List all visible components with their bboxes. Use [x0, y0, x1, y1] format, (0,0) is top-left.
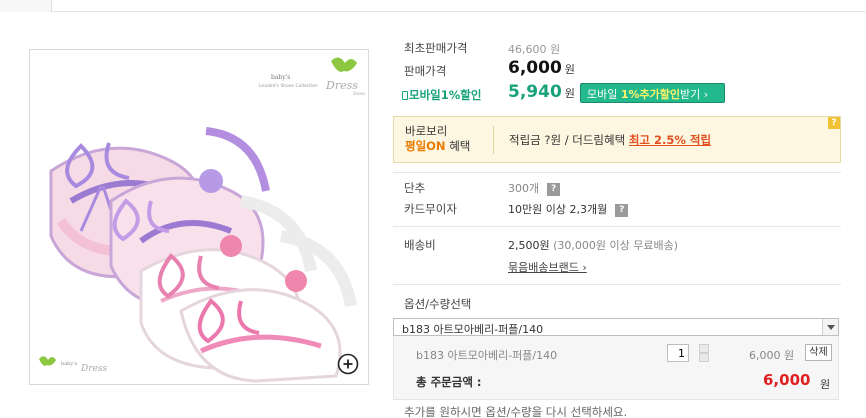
shipping-label: 배송비 [404, 238, 436, 252]
benefit-help-icon[interactable]: ? [828, 117, 840, 129]
sale-price-label: 판매가격 [404, 64, 447, 78]
first-price-label: 최초판매가격 [404, 41, 468, 55]
shipping-fee: 2,500원 (30,000원 이상 무료배송) [508, 239, 679, 252]
installment-row: 10만원 이상 2,3개월? [508, 201, 629, 217]
sale-price: 6,000 원 [508, 58, 575, 78]
selected-option-name: b183 아트모아베리-퍼플/140 [416, 349, 558, 362]
quantity-down-icon[interactable] [699, 353, 709, 362]
quantity-stepper[interactable] [699, 344, 709, 362]
installment-label: 카드무이자 [404, 202, 457, 216]
bundle-shipping-brand-link[interactable]: 묶음배송브랜드 › [508, 259, 587, 275]
divider [393, 172, 841, 173]
benefit-divider [493, 126, 494, 154]
mobile-extra-discount-button[interactable]: 모바일 1%추가할인받기 › [580, 83, 725, 103]
svg-text:Leaded's Shoes Collection: Leaded's Shoes Collection [259, 83, 318, 89]
mobile-phone-icon [402, 91, 408, 100]
options-label: 옵션/수량선택 [404, 297, 472, 311]
delete-option-button[interactable]: 삭제 [805, 344, 832, 361]
installment-help-icon[interactable]: ? [615, 203, 629, 217]
mobile-discount-label: 모바일1%할인 [402, 87, 481, 103]
benefit-text: 적립금 ?원 / 더드림혜택 최고 2.5% 적립 [509, 133, 712, 147]
first-price-value: 46,600 원 [508, 43, 561, 56]
product-image-frame: baby's Leaded's Shoes Collection Dress S… [29, 49, 369, 385]
chevron-down-icon[interactable] [822, 319, 838, 335]
quantity-up-icon[interactable] [699, 344, 709, 353]
stock-row: 300개? [508, 180, 561, 196]
quantity-input[interactable] [667, 344, 689, 362]
mobile-price-unit: 원 [564, 87, 575, 100]
top-tab[interactable] [0, 0, 52, 12]
divider [393, 226, 841, 227]
total-value: 6,000 [763, 371, 811, 389]
total-unit: 원 [820, 378, 831, 391]
stock-help-icon[interactable]: ? [547, 182, 561, 196]
max-reward-link[interactable]: 최고 2.5% 적립 [629, 133, 711, 147]
option-price: 6,000 원 [749, 349, 795, 362]
zoom-icon[interactable] [336, 352, 360, 376]
svg-text:Shoes: Shoes [353, 91, 365, 96]
benefit-badge: 바로보리 평일ON 혜택 [405, 124, 471, 153]
selected-option-box: b183 아트모아베리-퍼플/140 6,000 원 삭제 총 주문금액 : 6… [393, 336, 839, 400]
option-select[interactable]: b183 아트모아베리-퍼플/140 [393, 318, 839, 336]
svg-text:Dress: Dress [80, 364, 107, 374]
svg-text:baby's: baby's [61, 361, 78, 367]
svg-text:baby's: baby's [271, 74, 290, 81]
product-photo: baby's Leaded's Shoes Collection Dress S… [31, 51, 367, 383]
total-label: 총 주문금액 : [416, 375, 482, 389]
benefit-box: 바로보리 평일ON 혜택 적립금 ?원 / 더드림혜택 최고 2.5% 적립 ? [393, 116, 841, 163]
stock-label: 단추 [404, 181, 426, 195]
mobile-price: 5,940 원 [508, 82, 575, 102]
mobile-price-value: 5,940 [508, 82, 562, 102]
divider [393, 284, 841, 285]
sale-price-unit: 원 [564, 63, 575, 76]
top-bar [0, 0, 866, 12]
reselect-notice: 추가를 원하시면 옵션/수량을 다시 선택하세요. [404, 405, 628, 418]
sale-price-value: 6,000 [508, 58, 562, 78]
